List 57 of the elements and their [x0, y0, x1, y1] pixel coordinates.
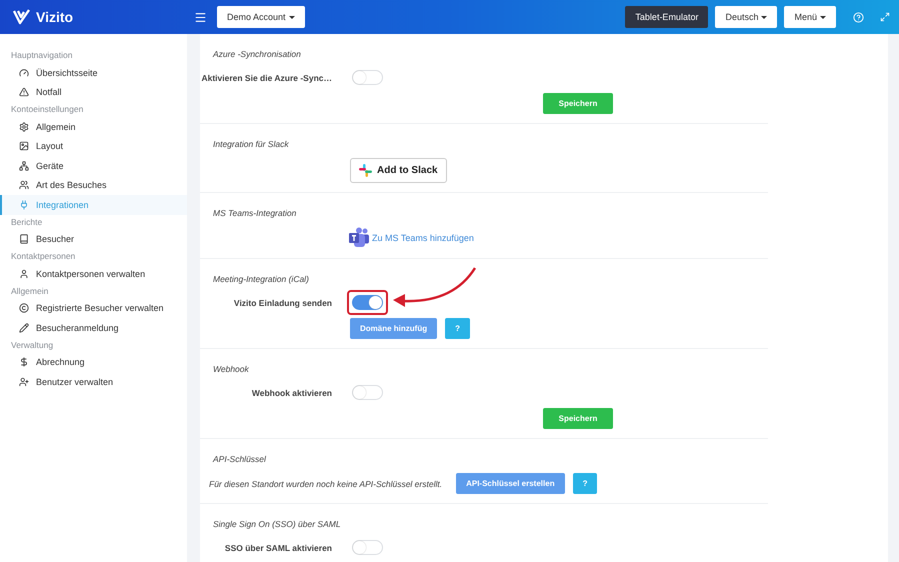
setting-label: Webhook aktivieren — [250, 388, 333, 398]
person-icon — [19, 268, 29, 279]
group-heading: Kontoeinstellungen — [10, 103, 84, 116]
pencil-icon — [19, 322, 29, 333]
hierarchy-icon — [19, 160, 29, 171]
nav-item[interactable]: Geräte — [0, 156, 187, 176]
check-logo-icon — [13, 9, 30, 24]
dropdown-button[interactable]: Deutsch — [715, 6, 778, 28]
settings-icon — [19, 122, 29, 132]
nav-item[interactable]: Allgemein — [0, 117, 187, 136]
dropdown-button[interactable]: Menü — [784, 6, 836, 28]
section-title: Azure -Synchronisation — [212, 49, 302, 59]
group-heading: Kontaktpersonen — [10, 250, 76, 263]
setting-label: Aktivieren Sie die Azure -Sync… — [200, 72, 333, 82]
nav-item[interactable]: Übersichtsseite — [0, 63, 187, 82]
circle-letter-icon — [19, 303, 29, 314]
menu-icon[interactable] — [194, 10, 207, 24]
gauge-icon — [19, 68, 29, 78]
logo-text: Vizito — [36, 9, 74, 25]
nav-item[interactable]: Besucher — [0, 230, 187, 249]
group-heading: Hauptnavigation — [10, 49, 74, 62]
toggle-switch[interactable] — [352, 295, 383, 310]
book-icon — [19, 234, 29, 244]
nav-item[interactable]: Besucheranmeldung — [0, 318, 187, 338]
account-dropdown[interactable]: Demo Account — [217, 6, 305, 28]
nav-item[interactable]: Registrierte Besucher verwalten — [0, 298, 187, 318]
emulator-button[interactable]: Tablet-Emulator — [625, 6, 708, 28]
add-to-slack-button[interactable]: Add to Slack — [350, 158, 447, 183]
add-user-icon — [19, 376, 29, 387]
image-icon — [19, 141, 29, 152]
group-heading: Verwaltung — [10, 338, 54, 352]
setting-label: SSO über SAML aktivieren — [224, 542, 333, 552]
hash-logo-icon — [359, 164, 372, 177]
nav-item[interactable]: Kontaktpersonen verwalten — [0, 264, 187, 284]
expand-icon[interactable] — [880, 12, 890, 22]
section-title: Single Sign On (SSO) über SAML — [212, 519, 342, 529]
nav-item[interactable]: Layout — [0, 136, 187, 156]
nav-item[interactable]: Abrechnung — [0, 352, 187, 372]
plug-icon — [19, 200, 29, 210]
nav-item[interactable]: Notfall — [0, 82, 187, 102]
setting-label: Vizito Einladung senden — [232, 298, 333, 308]
teams-logo-icon — [349, 228, 369, 247]
dollar-icon — [19, 357, 29, 368]
group-heading: Berichte — [10, 216, 44, 228]
section-title: API-Schlüssel — [212, 454, 267, 464]
add-to-teams-link[interactable]: Zu MS Teams hinzufügen — [372, 233, 474, 243]
section-title: Meeting-Integration (iCal) — [212, 274, 310, 284]
people-icon — [19, 180, 29, 190]
nav-item[interactable]: Benutzer verwalten — [0, 372, 187, 392]
section-title: Webhook — [212, 364, 250, 374]
section-title: MS Teams-Integration — [212, 208, 298, 218]
section-title: Integration für Slack — [212, 139, 290, 149]
info-text: Für diesen Standort wurden noch keine API-Schlüssel erstellt. — [208, 478, 442, 488]
group-heading: Allgemein — [10, 284, 50, 298]
nav-item[interactable]: Art des Besuches — [0, 176, 187, 195]
warning-icon — [19, 87, 29, 98]
help-icon[interactable] — [853, 12, 864, 22]
